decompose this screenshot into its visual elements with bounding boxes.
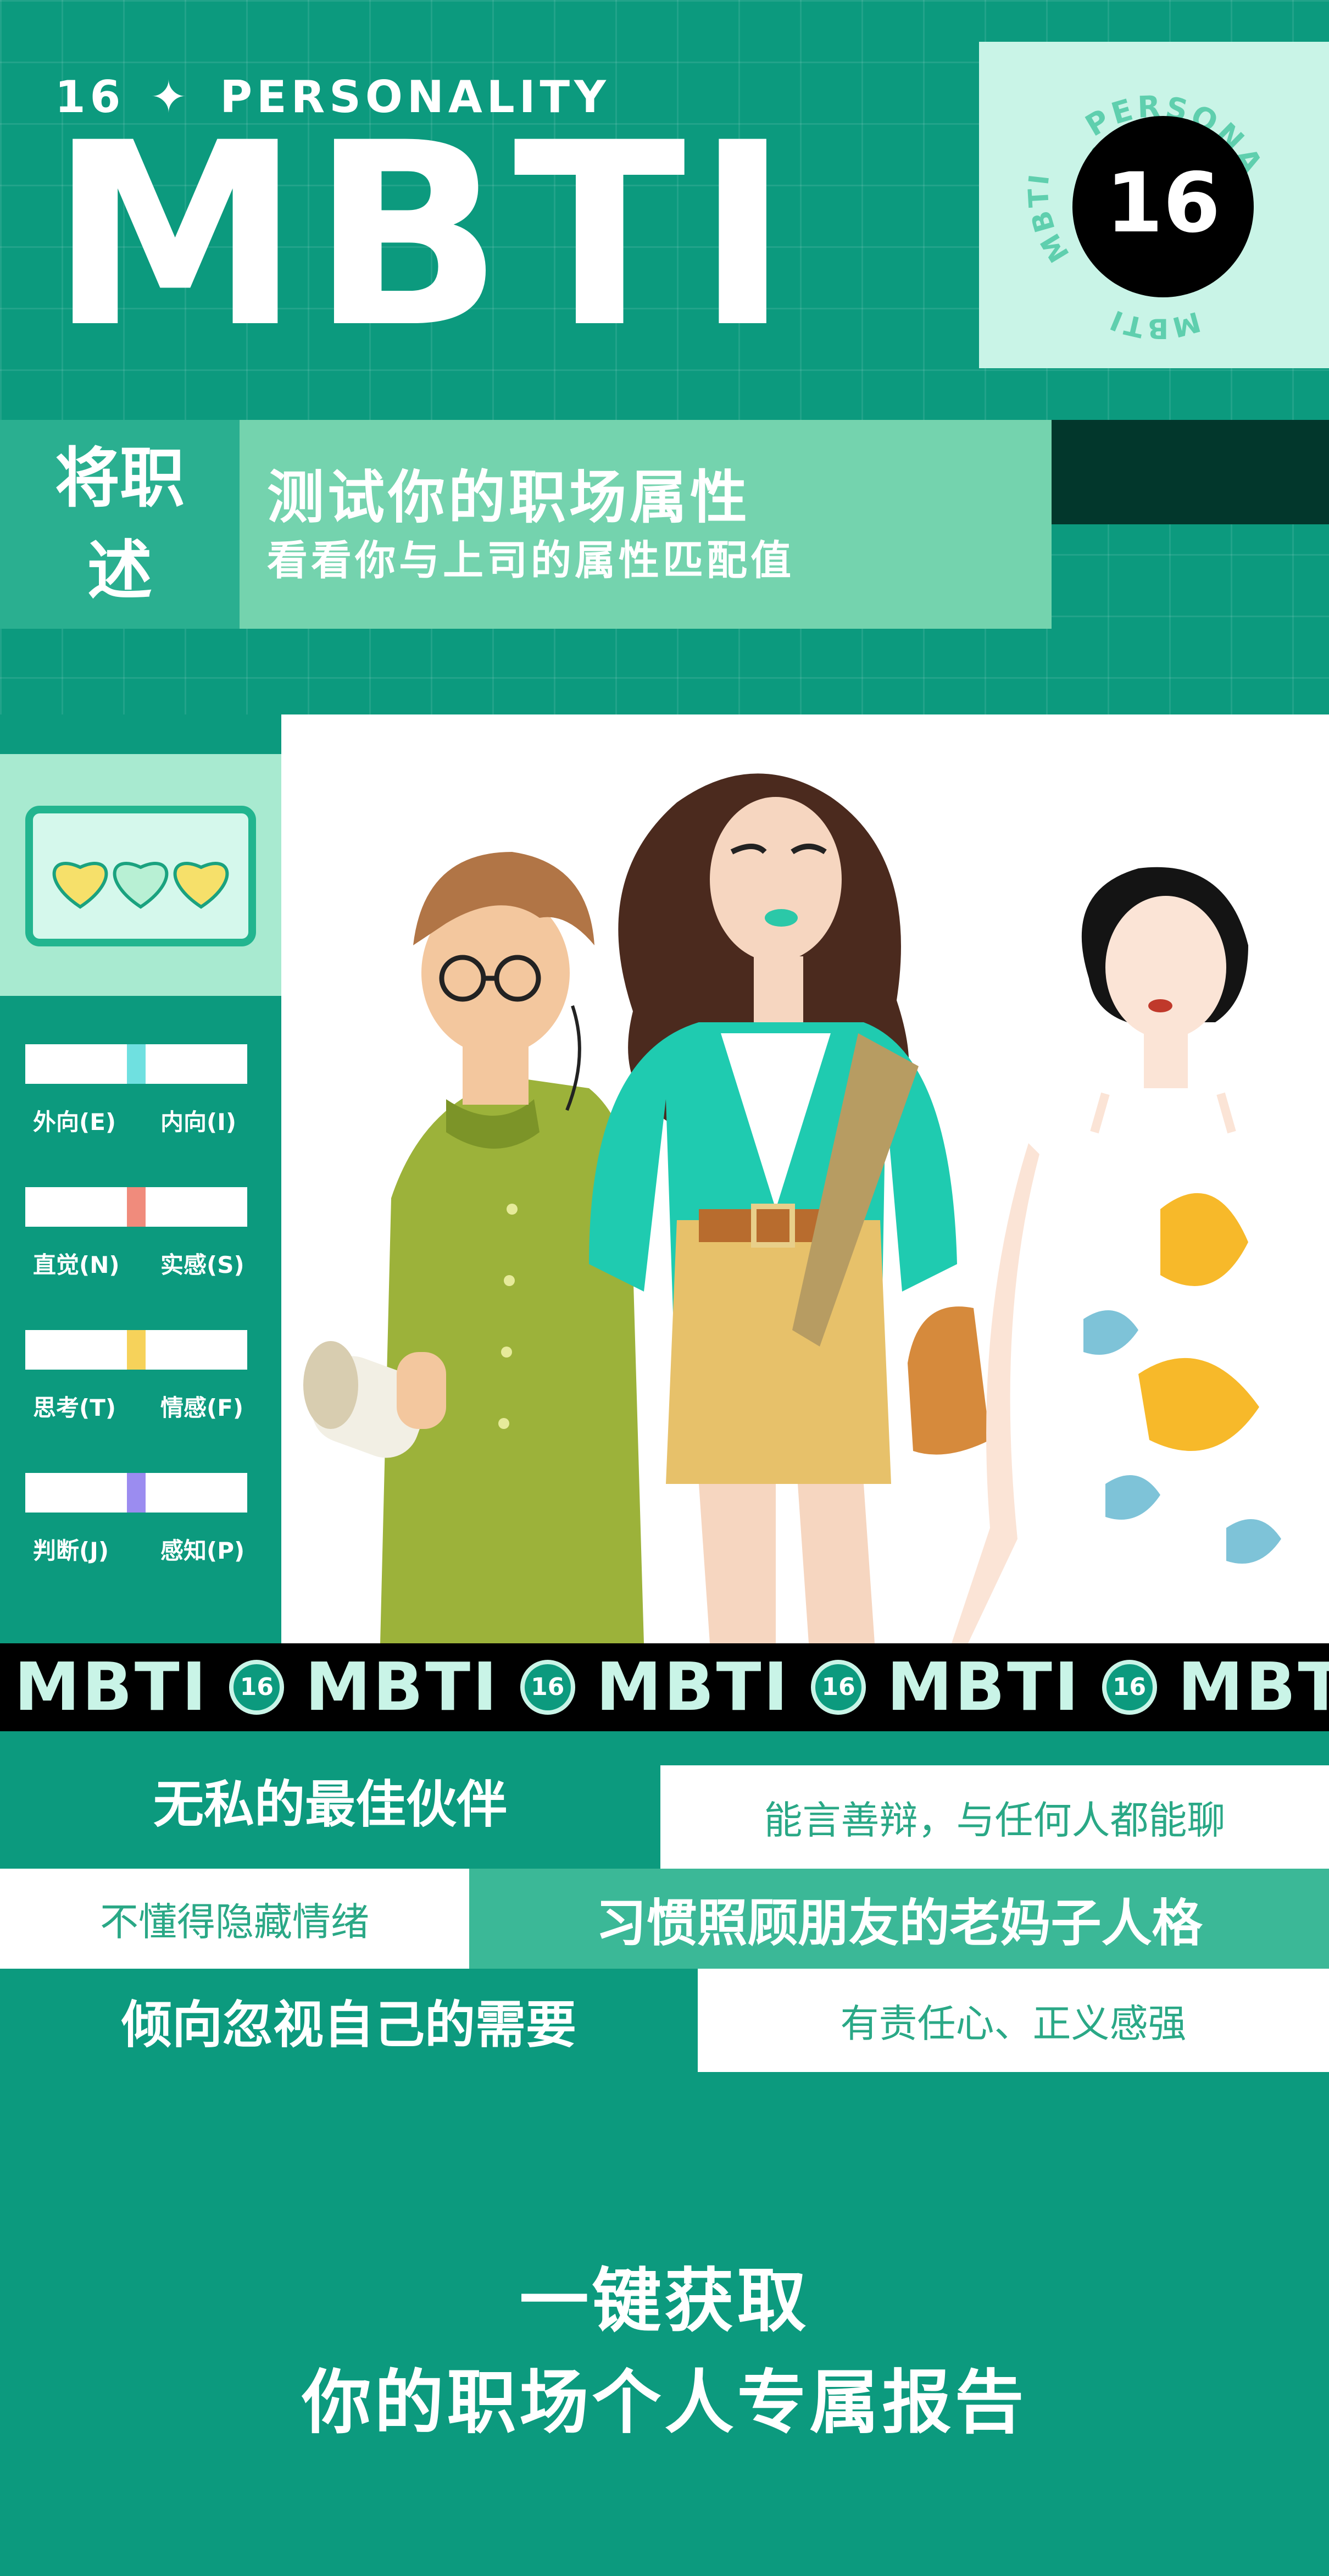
- poster: 16✦PERSONALITY MBTI PERSONALITY MBTI MBT…: [0, 0, 1329, 2576]
- ticker-word: MBTI: [596, 1649, 791, 1726]
- ticker-badge-number: 16: [524, 1664, 571, 1710]
- intro-subheadline: 看看你与上司的属性匹配值: [267, 537, 794, 584]
- trait-6: 有责任心、正义感强: [698, 1969, 1329, 2072]
- illustration: [281, 714, 1329, 1643]
- scale-left-label: 思考(T): [33, 1394, 116, 1421]
- personality-seal: PERSONALITY MBTI MBTI 16: [966, 14, 1267, 345]
- scale-right-label: 感知(P): [160, 1537, 245, 1564]
- scale-right-label: 情感(F): [160, 1394, 244, 1421]
- scale-bar: [25, 1187, 247, 1227]
- heart-icon: [113, 862, 169, 909]
- woman-right-figure: [952, 867, 1329, 1643]
- ticker-badge-number: 16: [815, 1664, 862, 1710]
- mbti-ticker: MBTI16MBTI16MBTI16MBTI16MBTI16: [0, 1643, 1329, 1731]
- intro-label-line1: 将职: [54, 440, 185, 516]
- heart-icon: [52, 862, 108, 909]
- scale-right-label: 实感(S): [160, 1251, 244, 1278]
- trait-2: 能言善辩，与任何人都能聊: [660, 1765, 1329, 1869]
- seal-ring-bottom: MBTI: [1104, 303, 1202, 344]
- scale-marker: [127, 1330, 146, 1370]
- scale-marker: [127, 1473, 146, 1513]
- hearts-card: [25, 806, 256, 946]
- trait-5: 倾向忽视自己的需要: [121, 1995, 576, 2054]
- ticker-word: MBTI: [14, 1649, 209, 1726]
- ticker-word: MBTI: [1177, 1649, 1329, 1726]
- accent-strip: [1052, 420, 1329, 524]
- trait-1: 无私的最佳伙伴: [0, 1731, 660, 1869]
- trait-3: 不懂得隐藏情绪: [0, 1869, 469, 1969]
- scale-marker: [127, 1044, 146, 1084]
- scale-marker: [127, 1187, 146, 1227]
- intro-label: 将职 述: [0, 420, 240, 629]
- scale-bar: [25, 1044, 247, 1084]
- intro-label-line2: 述: [87, 533, 152, 608]
- ticker-badge-icon: 16: [229, 1660, 285, 1715]
- scale-bar: [25, 1330, 247, 1370]
- hearts-row: [52, 862, 229, 909]
- badge-panel: PERSONALITY MBTI MBTI 16: [966, 14, 1329, 368]
- intro-headline: 测试你的职场属性: [267, 464, 751, 531]
- svg-text:MBTI: MBTI: [1022, 171, 1076, 268]
- trait-4: 习惯照顾朋友的老妈子人格: [469, 1869, 1329, 1969]
- page-title: MBTI: [49, 89, 800, 383]
- ticker-badge-icon: 16: [811, 1660, 866, 1715]
- scale-bar: [25, 1473, 247, 1513]
- heart-icon: [173, 862, 229, 909]
- cta-line-2: 你的职场个人专属报告: [302, 2362, 1027, 2443]
- ticker-word: MBTI: [305, 1649, 499, 1726]
- seal-number: 16: [1106, 156, 1221, 251]
- ticker-badge-icon: 16: [520, 1660, 575, 1715]
- cta-line-1: 一键获取: [519, 2261, 810, 2341]
- three-people-illustration: [303, 773, 1329, 1643]
- scale-left-label: 判断(J): [33, 1537, 109, 1564]
- scale-right-label: 内向(I): [160, 1109, 237, 1135]
- ticker-row: MBTI16MBTI16MBTI16MBTI16MBTI16: [14, 1643, 1329, 1731]
- ticker-word: MBTI: [887, 1649, 1081, 1726]
- woman-middle-figure: [589, 773, 990, 1643]
- ticker-badge-number: 16: [233, 1664, 280, 1710]
- traits-section: 无私的最佳伙伴 能言善辩，与任何人都能聊 不懂得隐藏情绪 习惯照顾朋友的老妈子人…: [0, 1731, 1329, 2072]
- scale-left-label: 外向(E): [33, 1109, 116, 1135]
- svg-text:MBTI: MBTI: [1104, 303, 1204, 344]
- scale-left-label: 直觉(N): [33, 1251, 120, 1278]
- ticker-badge-icon: 16: [1102, 1660, 1157, 1715]
- seal-ring-left: MBTI: [1022, 171, 1074, 268]
- ticker-badge-number: 16: [1106, 1664, 1153, 1710]
